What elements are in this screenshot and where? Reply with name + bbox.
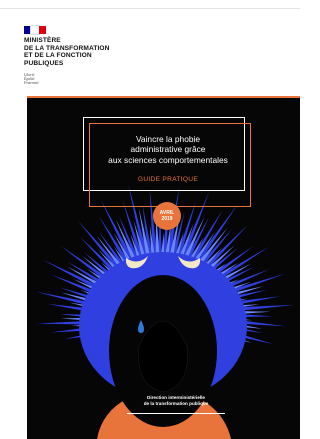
ministry-line: DE LA TRANSFORMATION — [24, 44, 110, 52]
cover-subtitle: GUIDE PRATIQUE — [137, 176, 199, 183]
ministry-line: ET DE LA FONCTION — [24, 52, 92, 60]
republic-motto: Liberté Égalité Fraternité — [24, 73, 84, 86]
cover-footer: Direction interministérielle de la trans… — [117, 395, 235, 407]
ministry-name: MINISTÈRE DE LA TRANSFORMATION ET DE LA … — [24, 37, 164, 67]
date-badge: AVRIL 2019 — [153, 202, 181, 230]
footer-line: de la transformation publique — [143, 401, 209, 406]
motto-line: Fraternité — [24, 81, 39, 86]
top-divider — [0, 8, 300, 9]
cover-title: Vaincre la phobie administrative grâce a… — [83, 134, 253, 165]
footer-rule — [127, 413, 225, 414]
guide-cover-image[interactable]: Vaincre la phobie administrative grâce a… — [27, 96, 300, 439]
republic-flag-icon — [24, 25, 46, 35]
ministry-line: MINISTÈRE — [24, 37, 61, 44]
date-year: 2019 — [161, 216, 173, 222]
cover-title-line: aux sciences comportementales — [108, 154, 228, 165]
ministry-line: PUBLIQUES — [24, 59, 64, 67]
cover-title-line: Vaincre la phobie — [135, 134, 201, 144]
cover-title-line: administrative grâce — [130, 144, 206, 155]
